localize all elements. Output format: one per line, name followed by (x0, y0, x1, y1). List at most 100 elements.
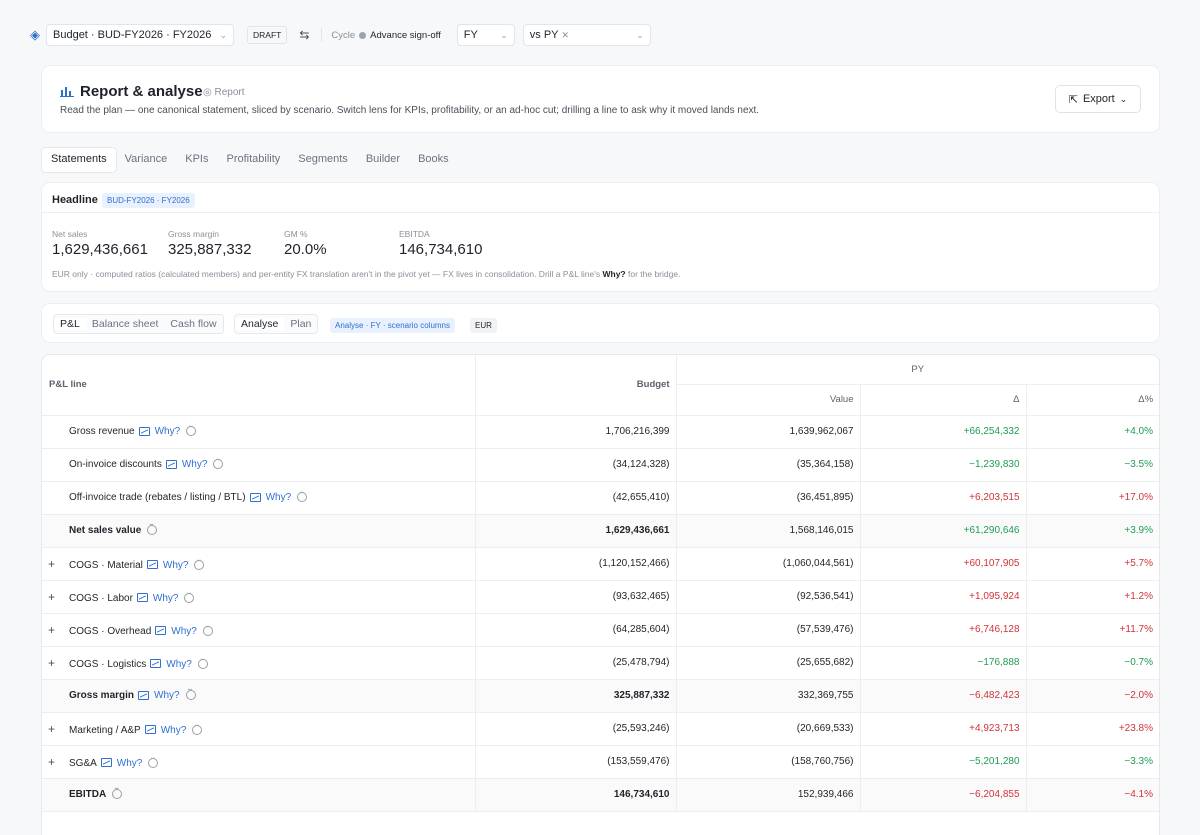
table-row[interactable]: Gross revenue Why? 1,706,216,3991,639,962,… (42, 415, 1159, 449)
trend-icon[interactable] (249, 492, 261, 502)
expand-icon[interactable]: + (48, 590, 69, 604)
mode-switcher: Analyse Plan (234, 314, 319, 334)
why-link[interactable]: Why? (155, 426, 181, 437)
comment-icon[interactable] (202, 623, 213, 636)
comment-icon[interactable] (192, 722, 203, 735)
trend-icon[interactable] (165, 459, 177, 469)
trend-icon[interactable] (144, 725, 156, 735)
headline-note: EUR only · computed ratios (calculated m… (52, 269, 681, 279)
export-button[interactable]: ⇱ Export ⌄ (1055, 85, 1141, 113)
py-value-cell: 332,369,755 (675, 679, 860, 713)
cycle-dot-icon (359, 31, 367, 39)
trend-icon[interactable] (138, 690, 150, 700)
table-row[interactable]: On-invoice discounts Why? (34,124,328)(35,… (42, 448, 1159, 482)
period-select[interactable]: FY ⌄ (456, 24, 515, 46)
row-label: SG&A (69, 757, 97, 769)
row-label-cell: + SG&A Why? (42, 745, 475, 779)
comment-icon[interactable] (148, 755, 159, 768)
expand-icon[interactable]: + (48, 755, 69, 769)
trend-icon[interactable] (155, 626, 167, 636)
delta-pct-cell: +5.7% (1025, 547, 1159, 581)
row-label-cell: Gross margin Why? (42, 679, 475, 713)
row-label: Off-invoice trade (rebates / listing / B… (69, 492, 246, 503)
diamond-icon: ◈ (30, 27, 40, 42)
export-icon: ⇱ (1068, 93, 1078, 106)
row-label-cell: Net sales value (42, 514, 475, 548)
why-link[interactable]: Why? (161, 725, 187, 736)
table-row[interactable]: +COGS · Labor Why? (93,632,465)(92,536,541… (42, 580, 1159, 614)
tab-variance[interactable]: Variance (116, 148, 177, 172)
comment-icon[interactable] (184, 590, 195, 603)
page-header-card: Report & analyse ◎ Report Read the plan … (42, 66, 1159, 132)
table-row[interactable]: Off-invoice trade (rebates / listing / B… (42, 481, 1159, 515)
comment-icon[interactable] (185, 687, 196, 701)
trend-icon[interactable] (100, 758, 112, 768)
tab-profitability[interactable]: Profitability (217, 148, 289, 172)
tab-books[interactable]: Books (409, 148, 458, 172)
trend-icon[interactable] (146, 560, 158, 570)
budget-cell: 146,734,610 (474, 778, 676, 812)
tab-statements[interactable]: Statements (42, 148, 116, 172)
clear-icon[interactable]: ✕ (562, 30, 570, 41)
why-link[interactable]: Why? (163, 560, 189, 571)
tab-segments[interactable]: Segments (289, 148, 357, 172)
delta-pct-cell: −4.1% (1025, 778, 1159, 812)
comment-icon[interactable] (112, 786, 123, 800)
tab-kpis[interactable]: KPIs (176, 148, 217, 172)
trend-icon[interactable] (138, 426, 150, 436)
kpi-ebitda: EBITDA 146,734,610 (399, 229, 483, 258)
table-row[interactable]: EBITDA 146,734,610152,939,466−6,204,855−4… (42, 778, 1159, 812)
budget-cell: 1,629,436,661 (474, 514, 676, 548)
table-row[interactable]: Gross margin Why? 325,887,332332,369,755−6… (42, 679, 1159, 713)
table-row[interactable]: +SG&A Why? (153,559,476)(158,760,756)−5,20… (42, 745, 1159, 779)
table-row[interactable]: +COGS · Logistics Why? (25,478,794)(25,655… (42, 646, 1159, 680)
chevron-down-icon: ⌄ (1119, 93, 1128, 104)
swap-icon[interactable]: ⇆ (299, 28, 309, 42)
kpi-net-sales: Net sales 1,629,436,661 (52, 229, 148, 258)
mode-plan[interactable]: Plan (284, 318, 317, 330)
expand-icon[interactable]: + (48, 623, 69, 637)
why-link[interactable]: Why? (153, 593, 179, 604)
why-link[interactable]: Why? (182, 459, 208, 470)
budget-cell: 325,887,332 (474, 679, 676, 713)
comment-icon[interactable] (297, 489, 308, 503)
expand-icon[interactable]: + (48, 656, 69, 670)
why-link[interactable]: Why? (171, 626, 197, 637)
row-label-cell: Gross revenue Why? (42, 415, 475, 449)
py-value-cell: (92,536,541) (675, 580, 860, 614)
cycle-value: Advance sign-off (370, 29, 441, 41)
table-row[interactable]: +COGS · Material Why? (1,120,152,466)(1,06… (42, 547, 1159, 581)
table-row[interactable]: Net sales value 1,629,436,6611,568,146,01… (42, 514, 1159, 548)
comment-icon[interactable] (213, 456, 224, 470)
comment-icon[interactable] (197, 656, 208, 669)
statement-balance-sheet[interactable]: Balance sheet (86, 318, 165, 330)
table-row[interactable]: +COGS · Overhead Why? (64,285,604)(57,539,… (42, 613, 1159, 647)
expand-icon[interactable]: + (48, 722, 69, 736)
row-label-cell: + COGS · Material Why? (42, 547, 475, 581)
headline-label: Headline (52, 194, 98, 206)
comment-icon[interactable] (147, 522, 158, 536)
trend-icon[interactable] (136, 593, 148, 603)
comment-icon[interactable] (186, 423, 197, 437)
mode-analyse[interactable]: Analyse (235, 318, 285, 330)
statement-pl[interactable]: P&L (54, 318, 86, 330)
statement-cash-flow[interactable]: Cash flow (164, 318, 222, 330)
tab-builder[interactable]: Builder (357, 148, 409, 172)
delta-pct-cell: −2.0% (1025, 679, 1159, 713)
trend-icon[interactable] (150, 659, 162, 669)
why-link[interactable]: Why? (166, 659, 192, 670)
why-link[interactable]: Why? (154, 690, 180, 701)
row-label: Gross margin (69, 690, 135, 701)
budget-select[interactable]: Budget · BUD-FY2026 · FY2026 ⌄ (46, 24, 234, 46)
row-label: COGS · Overhead (69, 625, 152, 637)
expand-icon[interactable]: + (48, 557, 69, 571)
row-label: Net sales value (69, 525, 142, 536)
comment-icon[interactable] (194, 557, 205, 570)
why-link[interactable]: Why? (117, 758, 143, 769)
delta-cell: −6,204,855 (859, 778, 1026, 812)
compare-select[interactable]: vs PY ✕ ⌄ (522, 24, 651, 46)
budget-cell: (42,655,410) (474, 481, 676, 515)
why-link[interactable]: Why? (266, 492, 292, 503)
table-row[interactable]: +Marketing / A&P Why? (25,593,246)(20,669,… (42, 712, 1159, 746)
cycle-label: Cycle (331, 29, 356, 41)
